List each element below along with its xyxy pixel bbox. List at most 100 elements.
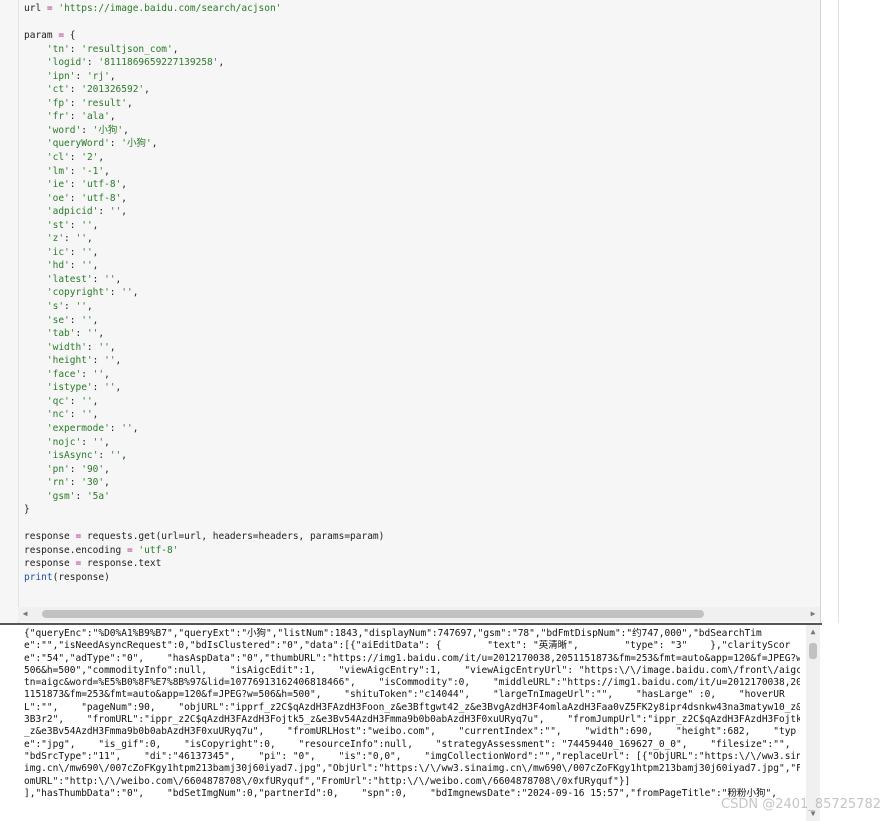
code-line[interactable]: url = 'https://image.baidu.com/search/ac… [24, 2, 816, 16]
code-line[interactable]: 'nojc': '', [24, 436, 816, 450]
code-token: , [92, 219, 99, 231]
code-token: = [126, 544, 139, 556]
code-token: , [104, 463, 110, 475]
code-token: , [92, 260, 99, 272]
code-token: 'istype' [24, 382, 93, 394]
vertical-scroll-thumb[interactable] [809, 643, 817, 659]
code-token: , [123, 124, 129, 136]
code-line[interactable]: 'st': '', [24, 219, 816, 233]
code-line[interactable]: 'ct': '201326592', [24, 83, 816, 97]
code-line[interactable]: 'hd': '', [24, 259, 816, 273]
code-token: 'https://image.baidu.com/search/acjson' [58, 3, 282, 14]
code-line[interactable]: 'ipn': 'rj', [24, 70, 816, 84]
code-line[interactable]: 'isAsync': '', [24, 449, 816, 463]
code-token: , [86, 301, 93, 313]
code-token: '' [81, 246, 93, 258]
code-line[interactable]: 'fp': 'result', [24, 97, 816, 111]
code-line[interactable]: } [24, 503, 816, 517]
output-line: e":"54","adType":"0", "hasAspData":"0","… [24, 652, 800, 664]
code-line[interactable]: response.encoding = 'utf-8' [24, 544, 816, 558]
code-line[interactable]: 'expermode': '', [24, 422, 816, 436]
code-line[interactable]: 'qc': '', [24, 395, 816, 409]
code-line[interactable]: 'adpicid': '', [24, 205, 816, 219]
code-token: 'expermode' [24, 422, 110, 434]
scroll-up-arrow-icon[interactable]: ▲ [806, 625, 820, 639]
code-line[interactable]: 'nc': '', [24, 408, 816, 422]
code-line[interactable]: 'tn': 'resultjson_com', [24, 43, 816, 57]
code-token: : [64, 301, 76, 313]
code-token: , [121, 450, 127, 462]
code-line[interactable]: 'pn': '90', [24, 463, 816, 477]
code-line[interactable]: 'queryWord': '小狗', [24, 137, 816, 151]
horizontal-scroll-thumb[interactable] [42, 610, 704, 618]
code-token: , [218, 57, 225, 69]
code-line[interactable]: print(response) [24, 571, 816, 585]
scroll-left-arrow-icon[interactable]: ◀ [18, 607, 32, 621]
code-line[interactable]: 'gsm': '5a' [24, 490, 816, 504]
code-token: : [69, 314, 82, 326]
code-line[interactable]: 'logid': '8111869659227139258', [24, 56, 816, 70]
code-line[interactable]: 'cl': '2', [24, 151, 816, 165]
code-token: 'rn' [24, 477, 70, 489]
output-panel[interactable]: {"queryEnc":"%D0%A1%B9%B7","queryExt":"小… [0, 625, 822, 821]
code-token: : [92, 273, 105, 285]
code-token: 'logid' [24, 57, 87, 69]
output-line: tn=aigc&word=%E5%B0%8F%E7%8B%97&lid=1077… [24, 677, 800, 689]
code-token: 'cl' [24, 152, 70, 164]
code-token: 'isAsync' [24, 450, 99, 462]
scroll-right-arrow-icon[interactable]: ▶ [806, 607, 820, 621]
code-line[interactable] [24, 16, 816, 30]
code-line[interactable]: 'oe': 'utf-8', [24, 192, 816, 206]
code-token: , [104, 477, 110, 489]
code-line[interactable]: 'fr': 'ala', [24, 110, 816, 124]
code-token: : [69, 463, 82, 475]
code-token: , [132, 422, 139, 434]
code-line[interactable]: 'latest': '', [24, 273, 816, 287]
code-token: 'st' [24, 219, 70, 231]
code-line[interactable]: 's': '', [24, 300, 816, 314]
code-token: , [86, 233, 93, 245]
code-token: 'fr' [24, 111, 70, 123]
code-line[interactable]: 'ie': 'utf-8', [24, 178, 816, 192]
vertical-scrollbar[interactable]: ▲ ▼ [806, 625, 820, 821]
code-token: '-1' [81, 165, 105, 177]
code-line[interactable]: 'se': '', [24, 314, 816, 328]
editor-right-margin [821, 0, 839, 623]
code-line[interactable]: 'word': '小狗', [24, 124, 816, 138]
code-line[interactable]: 'istype': '', [24, 381, 816, 395]
code-token: : [69, 246, 82, 258]
code-token: , [109, 111, 116, 123]
code-token: 'adpicid' [24, 206, 99, 218]
code-line[interactable]: 'lm': '-1', [24, 165, 816, 179]
code-line[interactable] [24, 517, 816, 531]
code-line[interactable]: 'width': '', [24, 341, 816, 355]
code-line[interactable]: 'rn': '30', [24, 476, 816, 490]
horizontal-scrollbar[interactable]: ◀ ▶ [18, 607, 820, 621]
code-token: 'resultjson_com' [81, 43, 173, 55]
code-token: { [69, 30, 76, 42]
code-line[interactable]: 'z': '', [24, 232, 816, 246]
code-token: '' [92, 436, 105, 448]
code-line[interactable]: 'copyright': '', [24, 286, 816, 300]
code-token: '' [104, 355, 116, 367]
code-token: : [81, 368, 93, 380]
code-token: 'latest' [24, 273, 93, 285]
code-token: : [75, 328, 87, 340]
code-token: 'hd' [24, 260, 70, 272]
editor-gutter [0, 0, 19, 623]
code-token: : [98, 450, 110, 462]
code-line[interactable]: response = requests.get(url=url, headers… [24, 530, 816, 544]
code-line[interactable]: param = { [24, 29, 816, 43]
code-line[interactable]: response = response.text [24, 557, 816, 571]
code-token: , [132, 287, 139, 299]
code-line[interactable]: 'height': '', [24, 354, 816, 368]
code-editor[interactable]: url = 'https://image.baidu.com/search/ac… [0, 0, 821, 623]
code-line[interactable]: 'face': '', [24, 368, 816, 382]
code-token: = [75, 558, 87, 570]
code-token: '' [81, 260, 93, 272]
code-area[interactable]: url = 'https://image.baidu.com/search/ac… [24, 2, 816, 585]
code-token: '2' [81, 152, 99, 164]
code-line[interactable]: 'ic': '', [24, 246, 816, 260]
code-line[interactable]: 'tab': '', [24, 327, 816, 341]
code-token: '' [81, 395, 93, 407]
